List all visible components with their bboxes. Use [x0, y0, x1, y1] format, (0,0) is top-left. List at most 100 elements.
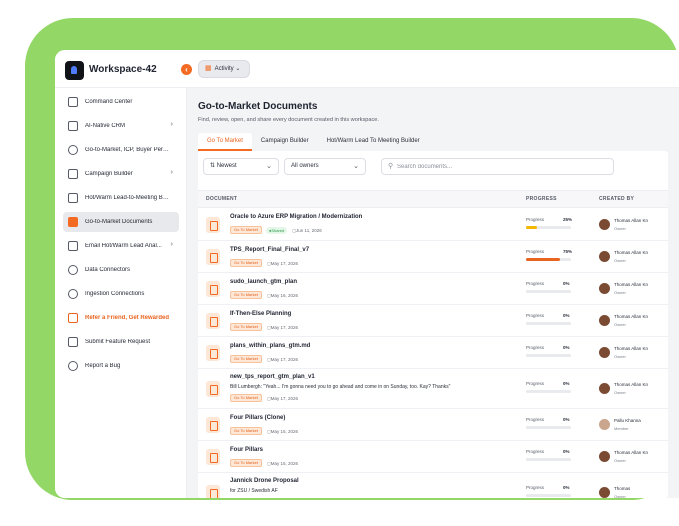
top-bar: Workspace-42 ⌄ ‹ ▦ Activity ⌄ [55, 50, 679, 88]
document-icon [206, 249, 220, 265]
owner-select[interactable]: All owners ⌄ [284, 158, 366, 175]
sort-select[interactable]: ⇅ Newest ⌄ [203, 158, 279, 175]
document-title[interactable]: new_tps_report_gtm_plan_v1 [230, 374, 315, 380]
sidebar-item-report-a-bug[interactable]: Report a Bug [63, 356, 179, 376]
table-row[interactable]: plans_within_plans_gtm.md Go To Market May… [198, 337, 668, 369]
sidebar-item-refer-a-friend[interactable]: Refer a Friend, Get Rewarded [63, 308, 179, 328]
category-badge: Go To Market [230, 291, 262, 299]
connectors-icon [68, 265, 78, 275]
progress-bar [526, 322, 571, 325]
sidebar-item-label: Ingestion Connections [85, 291, 145, 297]
document-meta: Go To Market May 17, 2026 [230, 355, 298, 363]
progress-percent: 25% [563, 217, 573, 222]
document-title[interactable]: TPS_Report_Final_Final_v7 [230, 247, 309, 253]
chevron-down-icon: ⌄ [266, 163, 272, 170]
sidebar-item-label: Go-to-Market, ICP, Buyer Perso... [85, 147, 171, 153]
document-title[interactable]: Four Pillars (Clone) [230, 415, 285, 421]
document-meta: Go To Market May 15, 2026 [230, 459, 298, 467]
chevron-right-icon: › [170, 241, 173, 248]
tab-go-to-market[interactable]: Go To Market [198, 133, 252, 151]
progress-label: Progress [526, 381, 545, 386]
sort-icon: ⇅ [210, 163, 217, 169]
category-badge: Go To Market [230, 394, 262, 402]
document-title[interactable]: Jannick Drone Proposal [230, 478, 299, 484]
documents-panel: ⇅ Newest ⌄ All owners ⌄ ⚲ DOCUMENT PROGR… [198, 151, 668, 498]
progress-label: Progress [526, 313, 545, 318]
creator-role: Owner [614, 226, 626, 231]
category-badge: Go To Market [230, 459, 262, 467]
document-icon [206, 417, 220, 433]
sidebar-item-label: AI-Native CRM [85, 123, 126, 129]
category-badge: Go To Market [230, 427, 262, 435]
sidebar-item-command-center[interactable]: Command Center [63, 92, 179, 112]
document-meta: Go To Market May 16, 2026 [230, 291, 298, 299]
document-title[interactable]: Four Pillars [230, 447, 263, 453]
document-date: May 17, 2026 [267, 261, 298, 266]
table-row[interactable]: Four Pillars (Clone) Go To Market May 15, … [198, 409, 668, 441]
chevron-right-icon: › [170, 169, 173, 176]
gift-icon [68, 313, 78, 323]
creator-name: Thomas [614, 486, 631, 491]
sidebar-item-ai-native-crm[interactable]: AI-Native CRM › [63, 116, 179, 136]
sidebar-item-lead-to-meeting[interactable]: Hot/Warm Lead-to-Meeting Bu... [63, 188, 179, 208]
document-date: May 16, 2026 [267, 293, 298, 298]
progress-label: Progress [526, 217, 545, 222]
progress-fill [526, 258, 560, 261]
document-date: May 17, 2026 [267, 325, 298, 330]
table-row[interactable]: TPS_Report_Final_Final_v7 Go To Market May… [198, 241, 668, 273]
creator-role: Owner [614, 458, 626, 463]
sidebar-item-gtm-documents[interactable]: Go-to-Market Documents [63, 212, 179, 232]
table-row[interactable]: Four Pillars Go To Market May 15, 2026 Prog… [198, 441, 668, 473]
avatar [599, 419, 610, 430]
sidebar-item-gtm-icp[interactable]: Go-to-Market, ICP, Buyer Perso... [63, 140, 179, 160]
sidebar-item-ingestion-connections[interactable]: Ingestion Connections [63, 284, 179, 304]
progress-percent: 0% [563, 281, 570, 286]
sidebar-item-submit-feature-request[interactable]: Submit Feature Request [63, 332, 179, 352]
sidebar-item-data-connectors[interactable]: Data Connectors [63, 260, 179, 280]
creator-name: Thomas Allan Kn [614, 382, 649, 387]
collapse-sidebar-button[interactable]: ‹ [181, 64, 192, 75]
column-header-document: DOCUMENT [206, 196, 238, 202]
page-title: Go-to-Market Documents [198, 101, 318, 112]
sidebar-item-email-lead-analysis[interactable]: Email Hot/Warm Lead Anal... › [63, 236, 179, 256]
workspace-logo[interactable] [65, 61, 84, 80]
table-row[interactable]: Oracle to Azure ERP Migration / Moderniz… [198, 208, 668, 241]
document-title[interactable]: sudo_launch_gtm_plan [230, 279, 297, 285]
document-meta: Go To Market May 17, 2026 [230, 394, 298, 402]
progress-percent: 0% [563, 417, 570, 422]
category-badge: Go To Market [230, 323, 262, 331]
search-input[interactable] [397, 161, 607, 172]
owner-value: All owners [291, 163, 319, 169]
home-icon [68, 97, 78, 107]
sort-value: Newest [216, 163, 237, 169]
main-content: Go-to-Market Documents Find, review, ope… [187, 88, 679, 498]
document-icon [206, 381, 220, 397]
tab-campaign-builder[interactable]: Campaign Builder [252, 133, 318, 151]
progress-bar [526, 494, 571, 497]
document-title[interactable]: If-Then-Else Planning [230, 311, 291, 317]
tab-lead-to-meeting-builder[interactable]: Hot/Warm Lead To Meeting Builder [318, 133, 429, 151]
table-row[interactable]: new_tps_report_gtm_plan_v1 Bill Lumbergh:… [198, 369, 668, 409]
table-row[interactable]: Jannick Drone Proposal for ZSU / Swedish … [198, 473, 668, 498]
chevron-down-icon[interactable]: ⌄ [146, 63, 154, 74]
document-icon [68, 193, 78, 203]
creator-name: Thomas Allan Kn [614, 346, 649, 351]
avatar [599, 487, 610, 498]
chevron-down-icon: ⌄ [235, 66, 241, 72]
users-icon [68, 145, 78, 155]
shared-badge: Shared [265, 226, 288, 234]
document-date: Jun 11, 2026 [292, 228, 322, 233]
database-icon [68, 289, 78, 299]
page-subtitle: Find, review, open, and share every docu… [198, 117, 379, 123]
document-title[interactable]: plans_within_plans_gtm.md [230, 343, 310, 349]
document-icon [206, 345, 220, 361]
table-row[interactable]: If-Then-Else Planning Go To Market May 17,… [198, 305, 668, 337]
sidebar-item-campaign-builder[interactable]: Campaign Builder › [63, 164, 179, 184]
activity-button[interactable]: ▦ Activity ⌄ [198, 60, 250, 78]
bug-icon [68, 361, 78, 371]
tab-bar: Go To Market Campaign Builder Hot/Warm L… [198, 133, 429, 151]
table-row[interactable]: sudo_launch_gtm_plan Go To Market May 16, … [198, 273, 668, 305]
category-badge: Go To Market [230, 226, 262, 234]
calendar-icon: ▦ [205, 65, 212, 72]
document-title[interactable]: Oracle to Azure ERP Migration / Moderniz… [230, 214, 362, 220]
